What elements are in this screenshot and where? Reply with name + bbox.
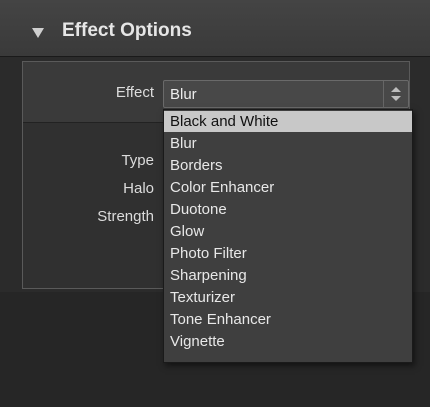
effect-select[interactable]: Blur [163, 80, 409, 108]
effect-label: Effect [115, 84, 154, 101]
section-title: Effect Options [62, 20, 192, 41]
up-arrow-icon [391, 87, 401, 92]
menu-item-sharpening[interactable]: Sharpening [164, 265, 412, 286]
strength-label: Strength [97, 208, 154, 225]
disclosure-triangle-icon[interactable] [32, 28, 44, 38]
menu-item-texturizer[interactable]: Texturizer [164, 287, 412, 308]
menu-item-photo-filter[interactable]: Photo Filter [164, 243, 412, 264]
menu-item-color-enhancer[interactable]: Color Enhancer [164, 177, 412, 198]
menu-item-vignette[interactable]: Vignette [164, 331, 412, 352]
menu-item-tone-enhancer[interactable]: Tone Enhancer [164, 309, 412, 330]
menu-item-black-and-white[interactable]: Black and White [164, 111, 412, 132]
select-arrows-icon[interactable] [383, 81, 408, 107]
section-header[interactable]: Effect Options [0, 0, 430, 57]
menu-item-blur[interactable]: Blur [164, 133, 412, 154]
effect-select-value: Blur [170, 86, 197, 103]
effect-dropdown-menu: Black and White Blur Borders Color Enhan… [163, 109, 413, 363]
effect-options-window: Effect Options Effect Type Halo Strength… [0, 0, 430, 407]
menu-item-glow[interactable]: Glow [164, 221, 412, 242]
halo-label: Halo [123, 180, 154, 197]
down-arrow-icon [391, 96, 401, 101]
menu-item-duotone[interactable]: Duotone [164, 199, 412, 220]
menu-item-borders[interactable]: Borders [164, 155, 412, 176]
type-label: Type [121, 152, 154, 169]
